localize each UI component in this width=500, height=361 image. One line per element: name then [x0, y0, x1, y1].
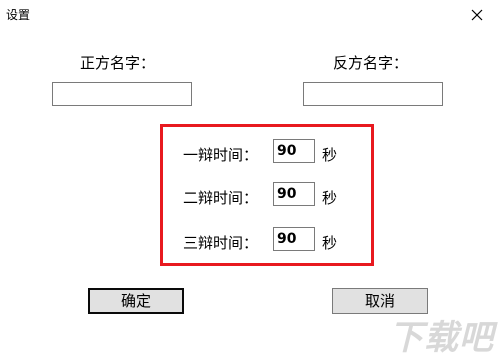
third-debate-unit: 秒: [322, 234, 338, 252]
title-bar: 设置: [0, 0, 500, 30]
first-debate-label: 一辩时间：: [183, 146, 259, 164]
first-debate-unit: 秒: [322, 146, 338, 164]
second-debate-label: 二辩时间：: [183, 189, 259, 207]
window-title: 设置: [6, 8, 31, 22]
second-debate-unit: 秒: [322, 189, 338, 207]
close-icon: [471, 9, 483, 21]
second-debate-seconds-input[interactable]: [273, 182, 315, 206]
first-debate-seconds-input[interactable]: [273, 139, 315, 163]
third-debate-label: 三辩时间：: [183, 234, 259, 252]
watermark-logo: 下载吧: [389, 318, 494, 358]
pro-name-label: 正方名字：: [80, 54, 156, 72]
pro-name-input[interactable]: [52, 82, 192, 106]
ok-button[interactable]: 确定: [88, 288, 184, 314]
third-debate-seconds-input[interactable]: [273, 227, 315, 251]
close-button[interactable]: [454, 0, 500, 30]
con-name-input[interactable]: [303, 82, 443, 106]
con-name-label: 反方名字：: [333, 54, 409, 72]
